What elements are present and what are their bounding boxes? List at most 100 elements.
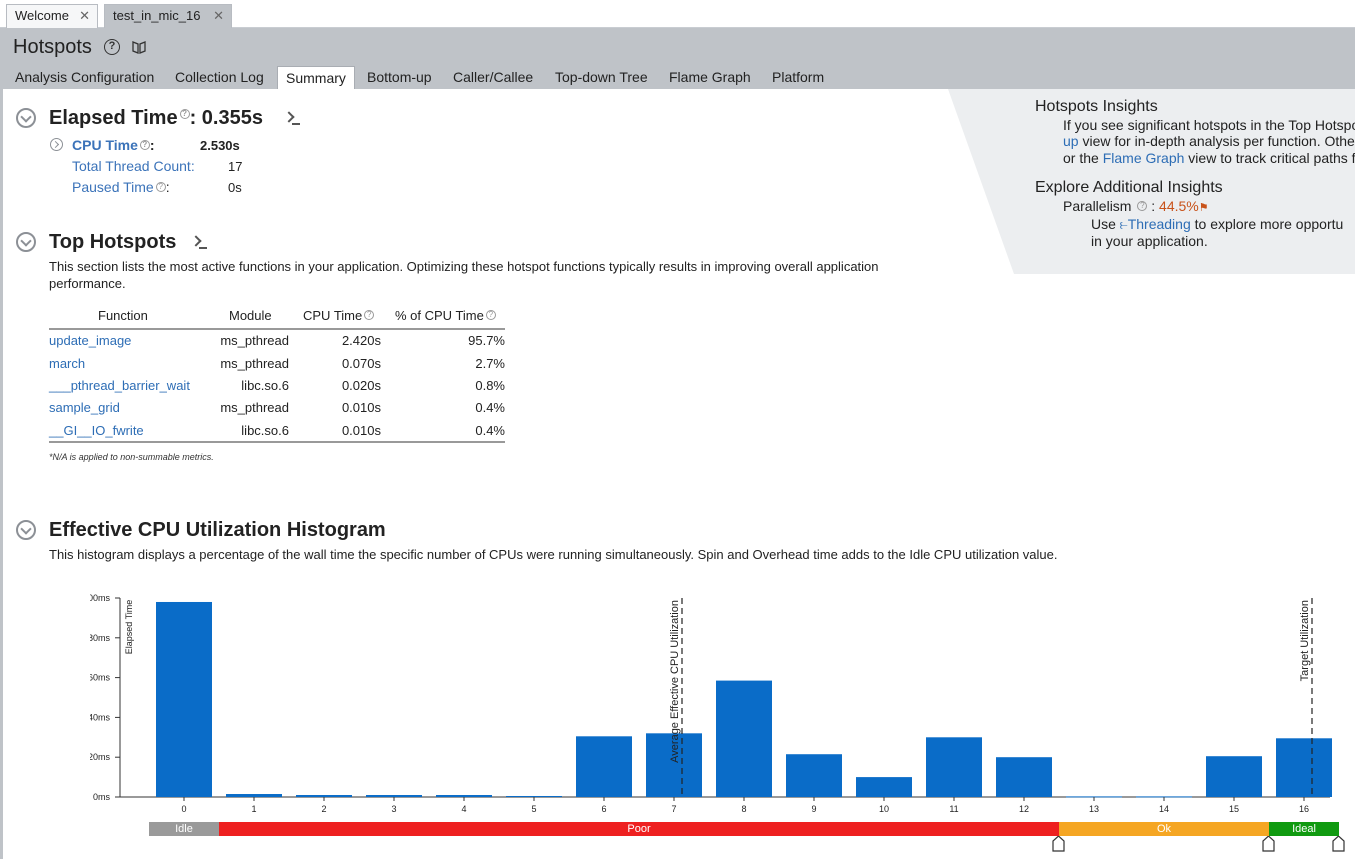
threading-hint-line2: in your application. <box>1091 233 1208 249</box>
module-cell: ms_pthread <box>220 333 289 348</box>
y-tick-label: 40ms <box>90 712 110 722</box>
x-tick-label: 4 <box>461 804 466 814</box>
column-cpu-time-label: CPU Time <box>303 308 363 323</box>
column-percent-label: % of CPU Time <box>395 308 484 323</box>
threading-link[interactable]: Threading <box>1128 216 1191 232</box>
function-link[interactable]: __GI__IO_fwrite <box>49 423 144 438</box>
x-tick-label: 8 <box>741 804 746 814</box>
tab-collection-log[interactable]: Collection Log <box>167 66 272 89</box>
function-link[interactable]: march <box>49 356 85 371</box>
collapse-histogram-icon[interactable] <box>16 520 36 540</box>
tab-platform[interactable]: Platform <box>764 66 832 89</box>
histogram-bar <box>366 795 422 797</box>
x-tick-label: 6 <box>601 804 606 814</box>
cpu-time-label-text: CPU Time <box>72 137 138 153</box>
x-tick-label: 5 <box>531 804 536 814</box>
x-tick-label: 7 <box>671 804 676 814</box>
percent-cell: 95.7% <box>468 333 505 348</box>
tab-summary[interactable]: Summary <box>277 66 355 89</box>
elapsed-time-title: Elapsed Time <box>49 107 178 129</box>
column-function[interactable]: Function <box>98 308 148 323</box>
insights-text-line3: or the Flame Graph view to track critica… <box>1063 150 1355 166</box>
y-tick-label: 0ms <box>93 792 111 802</box>
column-cpu-time[interactable]: CPU Time? <box>303 308 375 323</box>
histogram-description: This histogram displays a percentage of … <box>49 547 1058 562</box>
help-icon[interactable]: ? <box>485 310 496 320</box>
parallelism-colon: : <box>1151 198 1156 214</box>
collapse-top-hotspots-icon[interactable] <box>16 232 36 252</box>
help-icon[interactable]: ? <box>104 39 120 55</box>
histogram-bar <box>926 737 982 797</box>
ok-ideal-threshold-marker-icon[interactable] <box>1262 836 1275 852</box>
column-module[interactable]: Module <box>229 308 272 323</box>
utilization-band-ok: Ok <box>1059 822 1269 836</box>
page-title: Hotspots <box>13 36 92 58</box>
paused-time-colon: : <box>165 179 170 195</box>
y-tick-label: 60ms <box>90 673 110 683</box>
paused-time-value: 0s <box>228 180 242 195</box>
close-icon[interactable]: ✕ <box>79 5 90 27</box>
help-icon[interactable]: ? <box>155 182 166 192</box>
tab-welcome-label: Welcome <box>15 8 69 23</box>
insights-text-line3-pre: or the <box>1063 150 1103 166</box>
close-icon[interactable]: ✕ <box>213 5 224 27</box>
explore-insights-title: Explore Additional Insights <box>1035 179 1223 196</box>
x-tick-label: 2 <box>321 804 326 814</box>
x-tick-label: 9 <box>811 804 816 814</box>
x-tick-label: 11 <box>949 804 958 814</box>
cpu-utilization-histogram: 0ms20ms40ms60ms80ms100msElapsed Time0123… <box>90 593 1332 814</box>
document-tab-bar: Welcome ✕ test_in_mic_16 ✕ <box>0 0 1355 28</box>
histogram-bar <box>996 757 1052 797</box>
function-link[interactable]: update_image <box>49 333 131 348</box>
collapse-elapsed-icon[interactable] <box>16 108 36 128</box>
terminal-icon[interactable] <box>192 235 208 249</box>
help-icon[interactable]: ? <box>179 109 190 119</box>
help-icon[interactable]: ? <box>364 310 375 320</box>
tab-bottom-up[interactable]: Bottom-up <box>359 66 440 89</box>
y-tick-label: 100ms <box>90 593 110 603</box>
histogram-bar <box>1276 738 1332 797</box>
histogram-bar <box>296 795 352 797</box>
tab-test-in-mic-16[interactable]: test_in_mic_16 ✕ <box>104 4 232 28</box>
total-thread-count-value: 17 <box>228 159 243 174</box>
annotation-label: Average Effective CPU Utilization <box>669 600 681 763</box>
elapsed-time-value: : 0.355s <box>189 107 263 129</box>
documentation-icon[interactable] <box>131 39 147 55</box>
threading-hint-pre: Use <box>1091 216 1116 232</box>
tab-caller-callee[interactable]: Caller/Callee <box>445 66 541 89</box>
threading-hint-post: to explore more opportu <box>1190 216 1344 232</box>
histogram-bar <box>156 601 212 797</box>
function-link[interactable]: ___pthread_barrier_wait <box>49 378 190 393</box>
idle-poor-threshold-marker-icon[interactable] <box>1052 836 1065 852</box>
x-tick-label: 15 <box>1229 804 1239 814</box>
help-icon[interactable]: ? <box>139 140 150 150</box>
cpu-time-colon: : <box>149 137 155 153</box>
tab-welcome[interactable]: Welcome ✕ <box>6 4 98 28</box>
insights-text-line2: up view for in-depth analysis per functi… <box>1063 133 1355 149</box>
paused-time-label[interactable]: Paused Time?: <box>72 179 170 195</box>
total-thread-count-label[interactable]: Total Thread Count: <box>72 158 195 174</box>
x-tick-label: 14 <box>1159 804 1169 814</box>
annotation-label: Target Utilization <box>1299 600 1311 681</box>
percent-cell: 0.4% <box>475 423 505 438</box>
y-tick-label: 20ms <box>90 752 110 762</box>
tab-analysis-configuration[interactable]: Analysis Configuration <box>7 66 162 89</box>
tab-top-down-tree[interactable]: Top-down Tree <box>547 66 656 89</box>
tab-flame-graph[interactable]: Flame Graph <box>661 66 759 89</box>
function-link[interactable]: sample_grid <box>49 400 120 415</box>
module-cell: libc.so.6 <box>241 378 289 393</box>
percent-cell: 2.7% <box>475 356 505 371</box>
help-icon[interactable]: ? <box>1137 201 1148 211</box>
expand-cpu-time-icon[interactable] <box>50 138 63 151</box>
histogram-bar <box>1206 756 1262 797</box>
x-tick-label: 13 <box>1089 804 1099 814</box>
bottom-up-link[interactable]: up <box>1063 133 1079 149</box>
utilization-band-ideal: Ideal <box>1269 822 1339 836</box>
module-cell: ms_pthread <box>220 400 289 415</box>
x-tick-label: 10 <box>879 804 889 814</box>
cpu-time-label[interactable]: CPU Time?: <box>72 137 155 153</box>
flame-graph-link[interactable]: Flame Graph <box>1103 150 1185 166</box>
ideal-max-threshold-marker-icon[interactable] <box>1332 836 1345 852</box>
column-percent-cpu-time[interactable]: % of CPU Time? <box>395 308 496 323</box>
terminal-icon[interactable] <box>285 111 301 125</box>
